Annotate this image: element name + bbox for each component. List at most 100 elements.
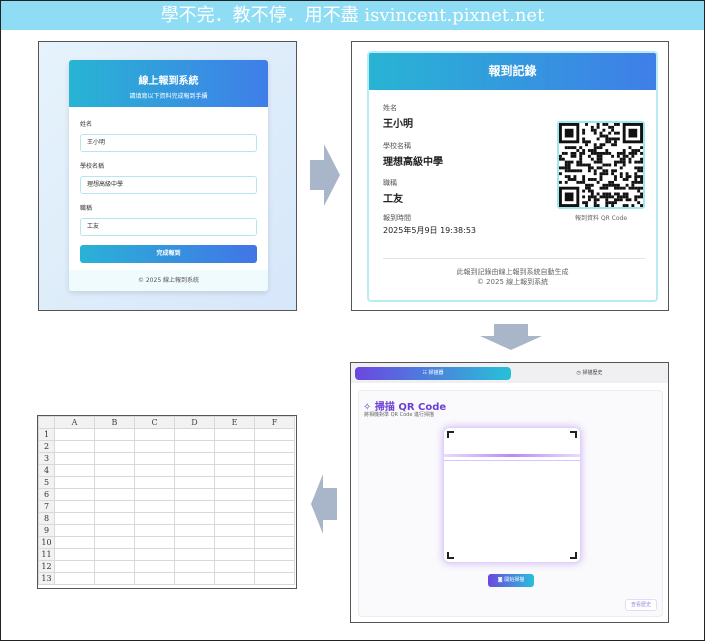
cell[interactable] — [134, 524, 175, 537]
cell[interactable] — [214, 476, 255, 489]
cell[interactable] — [214, 464, 255, 477]
cell[interactable] — [54, 452, 95, 465]
cell[interactable] — [94, 440, 135, 453]
cell[interactable] — [94, 464, 135, 477]
cell[interactable] — [134, 560, 175, 573]
cell[interactable] — [134, 512, 175, 525]
row-header[interactable]: 9 — [38, 524, 55, 537]
tab-scanner[interactable]: ☷ 掃描器 — [355, 367, 511, 380]
cell[interactable] — [94, 476, 135, 489]
view-history-button[interactable]: 查看歷史 — [625, 599, 657, 611]
cell[interactable] — [254, 452, 295, 465]
cell[interactable] — [214, 500, 255, 513]
row-header[interactable]: 13 — [38, 572, 55, 585]
cell[interactable] — [54, 536, 95, 549]
cell[interactable] — [54, 524, 95, 537]
cell[interactable] — [94, 488, 135, 501]
cell[interactable] — [254, 512, 295, 525]
school-input[interactable]: 理想高級中學 — [80, 176, 257, 194]
start-scan-button[interactable]: ◙ 開始掃描 — [488, 574, 534, 587]
cell[interactable] — [174, 464, 215, 477]
cell[interactable] — [254, 488, 295, 501]
cell[interactable] — [94, 536, 135, 549]
cell[interactable] — [54, 500, 95, 513]
cell[interactable] — [94, 524, 135, 537]
cell[interactable] — [54, 548, 95, 561]
column-header[interactable]: C — [134, 416, 175, 429]
row-header[interactable]: 10 — [38, 536, 55, 549]
cell[interactable] — [54, 476, 95, 489]
cell[interactable] — [134, 452, 175, 465]
cell[interactable] — [134, 488, 175, 501]
cell[interactable] — [54, 572, 95, 585]
cell[interactable] — [54, 464, 95, 477]
cell[interactable] — [174, 560, 215, 573]
cell[interactable] — [174, 440, 215, 453]
cell[interactable] — [174, 512, 215, 525]
column-header[interactable]: D — [174, 416, 215, 429]
cell[interactable] — [54, 440, 95, 453]
column-header[interactable]: E — [214, 416, 255, 429]
cell[interactable] — [174, 536, 215, 549]
cell[interactable] — [174, 428, 215, 441]
cell[interactable] — [254, 524, 295, 537]
cell[interactable] — [54, 428, 95, 441]
cell[interactable] — [134, 548, 175, 561]
column-header[interactable]: A — [54, 416, 95, 429]
cell[interactable] — [134, 500, 175, 513]
row-header[interactable]: 3 — [38, 452, 55, 465]
cell[interactable] — [214, 440, 255, 453]
cell[interactable] — [214, 560, 255, 573]
cell[interactable] — [94, 428, 135, 441]
column-header[interactable]: B — [94, 416, 135, 429]
row-header[interactable]: 1 — [38, 428, 55, 441]
cell[interactable] — [254, 500, 295, 513]
tab-history[interactable]: ◷ 掃描歷史 — [513, 367, 666, 380]
cell[interactable] — [54, 512, 95, 525]
cell[interactable] — [54, 488, 95, 501]
cell[interactable] — [94, 512, 135, 525]
cell[interactable] — [174, 524, 215, 537]
complete-checkin-button[interactable]: 完成報到 — [80, 245, 257, 263]
select-all-corner[interactable] — [38, 416, 55, 429]
cell[interactable] — [94, 560, 135, 573]
cell[interactable] — [214, 548, 255, 561]
cell[interactable] — [134, 572, 175, 585]
row-header[interactable]: 4 — [38, 464, 55, 477]
row-header[interactable]: 8 — [38, 512, 55, 525]
row-header[interactable]: 12 — [38, 560, 55, 573]
cell[interactable] — [214, 512, 255, 525]
cell[interactable] — [94, 572, 135, 585]
cell[interactable] — [214, 524, 255, 537]
cell[interactable] — [254, 536, 295, 549]
cell[interactable] — [134, 428, 175, 441]
row-header[interactable]: 6 — [38, 488, 55, 501]
cell[interactable] — [134, 440, 175, 453]
cell[interactable] — [254, 548, 295, 561]
row-header[interactable]: 7 — [38, 500, 55, 513]
cell[interactable] — [94, 500, 135, 513]
cell[interactable] — [214, 572, 255, 585]
cell[interactable] — [174, 500, 215, 513]
cell[interactable] — [134, 464, 175, 477]
cell[interactable] — [254, 560, 295, 573]
cell[interactable] — [214, 452, 255, 465]
cell[interactable] — [134, 476, 175, 489]
name-input[interactable]: 王小明 — [80, 134, 257, 152]
job-title-input[interactable]: 工友 — [80, 218, 257, 236]
cell[interactable] — [254, 476, 295, 489]
cell[interactable] — [214, 488, 255, 501]
row-header[interactable]: 11 — [38, 548, 55, 561]
row-header[interactable]: 2 — [38, 440, 55, 453]
cell[interactable] — [174, 488, 215, 501]
cell[interactable] — [254, 440, 295, 453]
column-header[interactable]: F — [254, 416, 295, 429]
cell[interactable] — [54, 560, 95, 573]
cell[interactable] — [214, 428, 255, 441]
cell[interactable] — [214, 536, 255, 549]
cell[interactable] — [174, 548, 215, 561]
cell[interactable] — [94, 452, 135, 465]
cell[interactable] — [94, 548, 135, 561]
row-header[interactable]: 5 — [38, 476, 55, 489]
cell[interactable] — [254, 428, 295, 441]
